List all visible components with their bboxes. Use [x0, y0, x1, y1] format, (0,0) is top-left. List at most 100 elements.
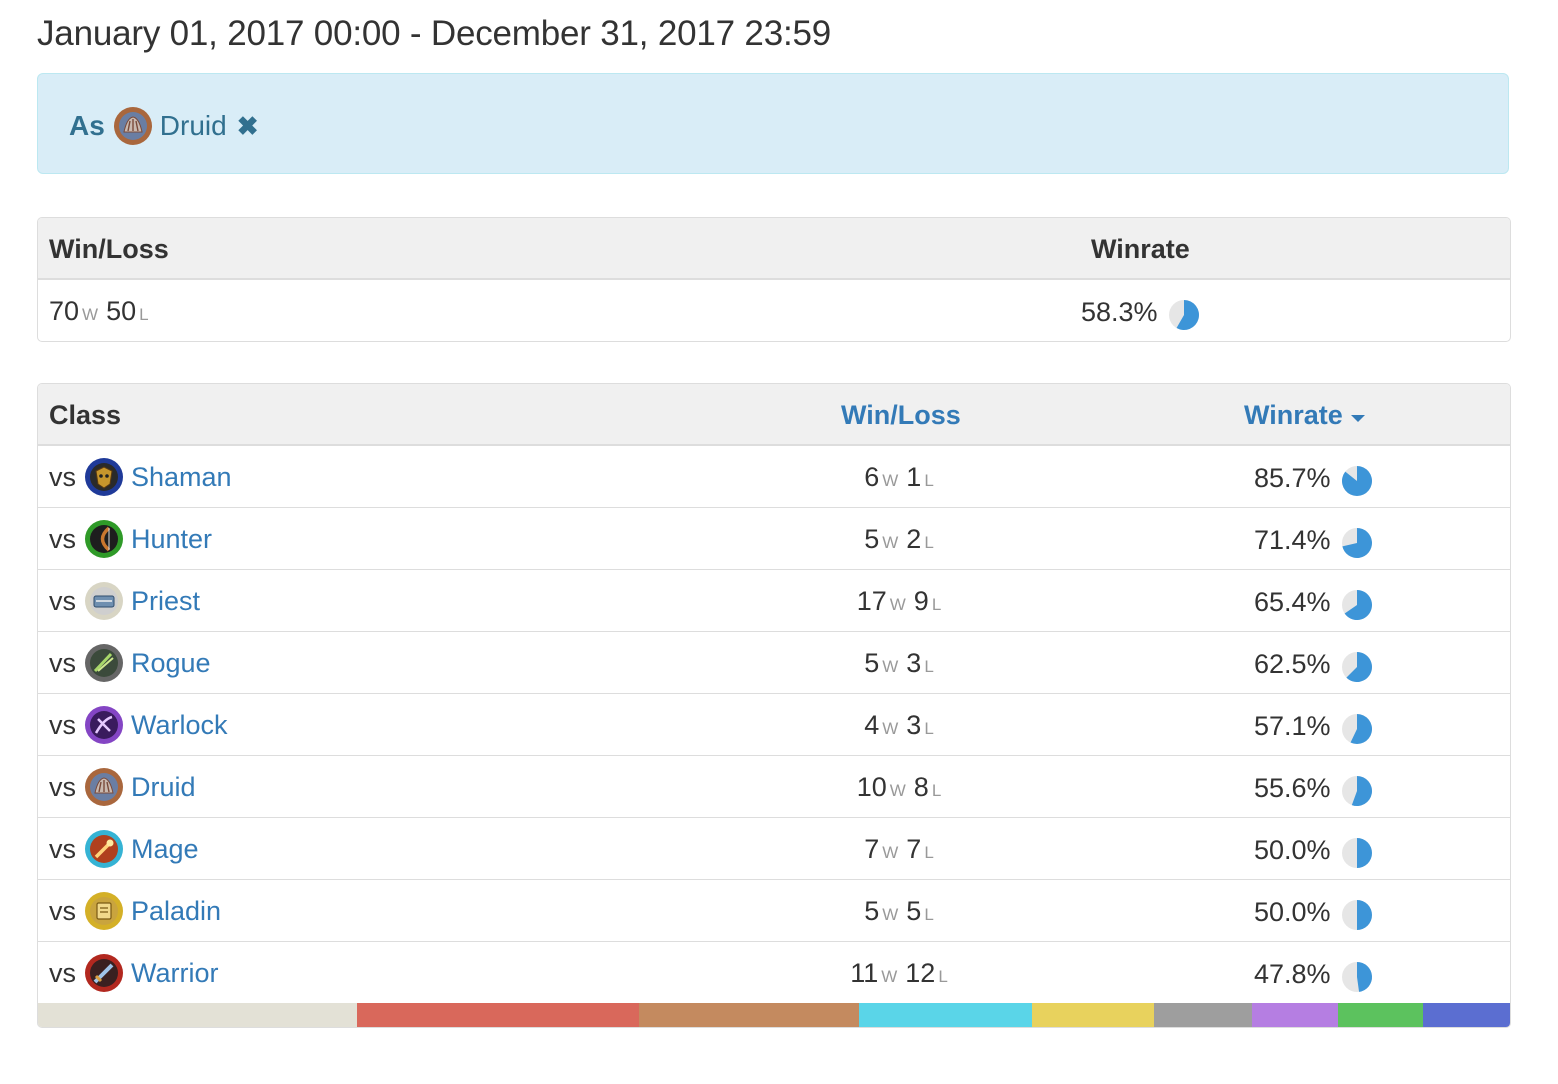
active-filter: As Druid ✖ — [69, 106, 259, 146]
matchup-row: vs Mage 7W7L 50.0% — [38, 818, 1510, 880]
matchup-row: vs Rogue 5W3L 62.5% — [38, 632, 1510, 694]
losses-value: 5 — [906, 896, 922, 926]
winrate-value: 55.6% — [1254, 772, 1331, 803]
summary-row: 70 W 50 L 58.3% — [38, 280, 1510, 341]
winrate-value: 71.4% — [1254, 524, 1331, 555]
losses-suffix: L — [924, 470, 934, 490]
date-range-title: January 01, 2017 00:00 - December 31, 20… — [37, 14, 832, 53]
winrate-pie-icon — [1341, 900, 1372, 930]
filter-class-name[interactable]: Druid — [160, 110, 227, 142]
wins-value: 11 — [850, 958, 879, 988]
matchup-row: vs Warlock 4W3L 57.1% — [38, 694, 1510, 756]
winrate-value: 65.4% — [1254, 586, 1331, 617]
distribution-segment — [859, 1003, 1032, 1027]
sort-winrate-label: Winrate — [1244, 400, 1343, 430]
winrate-pie-icon — [1168, 300, 1199, 330]
filter-alert: As Druid ✖ — [37, 73, 1509, 174]
wins-value: 6 — [864, 462, 880, 492]
winrate-pie-icon — [1341, 590, 1372, 620]
winrate-pie-icon — [1341, 652, 1372, 682]
wins-value: 5 — [864, 896, 880, 926]
wins-value: 4 — [864, 710, 880, 740]
winrate-pie-icon — [1341, 528, 1372, 558]
wins-value: 17 — [856, 586, 887, 616]
winrate-value: 50.0% — [1254, 896, 1331, 927]
matchup-rows: vs Shaman 6W1L 85.7% vs Hunter 5W2L 71.4… — [38, 446, 1510, 1004]
wins-suffix: W — [889, 594, 906, 614]
wins-suffix: W — [882, 718, 899, 738]
wins-suffix: W — [882, 470, 899, 490]
sort-winloss-link[interactable]: Win/Loss — [841, 400, 961, 431]
winrate-cell: 57.1% — [1254, 710, 1373, 744]
losses-value: 8 — [913, 772, 929, 802]
summary-winrate-value: 58.3% — [1081, 296, 1158, 327]
losses-value: 12 — [905, 958, 936, 988]
losses-value: 3 — [906, 648, 922, 678]
wins-suffix: W — [889, 780, 906, 800]
distribution-segment — [638, 1003, 860, 1027]
matchup-row: vs Paladin 5W5L 50.0% — [38, 880, 1510, 942]
losses-suffix: L — [924, 904, 934, 924]
summary-winloss: 70 W 50 L — [49, 296, 157, 327]
matchup-header: Class Win/Loss Winrate — [38, 384, 1510, 446]
winrate-value: 47.8% — [1254, 958, 1331, 989]
distribution-segment — [1252, 1003, 1338, 1027]
matchup-row: vs Priest 17 W 9 L 65.4% — [38, 570, 1510, 632]
matchup-row: vs Hunter 5W2L 71.4% — [38, 508, 1510, 570]
losses-suffix: L — [938, 966, 948, 986]
winrate-value: 62.5% — [1254, 648, 1331, 679]
remove-filter-icon[interactable]: ✖ — [237, 111, 259, 142]
sort-winrate-link[interactable]: Winrate — [1244, 400, 1365, 431]
summary-col-winloss: Win/Loss — [49, 234, 169, 264]
matchup-row: vs Warrior 11 W 12 L 47.8% — [38, 942, 1510, 1004]
losses-value: 7 — [906, 834, 922, 864]
distribution-segment — [1423, 1003, 1510, 1027]
wins-suffix: W — [882, 904, 899, 924]
summary-table: Win/Loss Winrate 70 W 50 L 58.3% — [37, 217, 1511, 342]
wins-value: 10 — [856, 772, 887, 802]
winrate-cell: 47.8% — [1254, 958, 1373, 992]
wins-value: 5 — [864, 524, 880, 554]
winrate-cell: 62.5% — [1254, 648, 1373, 682]
sort-desc-icon — [1350, 415, 1365, 422]
summary-col-winrate: Winrate — [1091, 234, 1190, 264]
losses-suffix: L — [931, 594, 942, 614]
distribution-segment — [357, 1003, 639, 1027]
winrate-cell: 55.6% — [1254, 772, 1373, 806]
winrate-pie-icon — [1341, 838, 1372, 868]
summary-header: Win/Loss Winrate — [38, 218, 1510, 280]
winrate-cell: 71.4% — [1254, 524, 1373, 558]
class-distribution-bar — [38, 1003, 1510, 1027]
losses-suffix: L — [139, 304, 149, 324]
summary-wins: 70 — [49, 296, 80, 326]
col-class: Class — [49, 400, 122, 430]
distribution-segment — [1153, 1003, 1253, 1027]
losses-suffix: L — [931, 780, 942, 800]
wins-suffix: W — [882, 842, 899, 862]
winrate-value: 50.0% — [1254, 834, 1331, 865]
distribution-segment — [38, 1003, 358, 1027]
losses-value: 3 — [906, 710, 922, 740]
winrate-value: 85.7% — [1254, 462, 1331, 493]
losses-suffix: L — [924, 532, 934, 552]
summary-winrate: 58.3% — [1081, 296, 1200, 330]
wins-suffix: W — [882, 532, 899, 552]
winrate-pie-icon — [1341, 962, 1372, 992]
winrate-cell: 85.7% — [1254, 462, 1373, 496]
matchup-row: vs Druid 10 W 8 L 55.6% — [38, 756, 1510, 818]
summary-losses: 50 — [106, 296, 137, 326]
winrate-pie-icon — [1341, 466, 1372, 496]
wins-suffix: W — [881, 966, 898, 986]
wins-value: 5 — [864, 648, 880, 678]
filter-prefix: As — [69, 110, 105, 141]
winrate-cell: 50.0% — [1254, 834, 1373, 868]
losses-suffix: L — [924, 842, 934, 862]
matchup-row: vs Shaman 6W1L 85.7% — [38, 446, 1510, 508]
druid-icon — [113, 107, 152, 145]
winrate-cell: 65.4% — [1254, 586, 1373, 620]
distribution-segment — [1337, 1003, 1424, 1027]
losses-value: 2 — [906, 524, 922, 554]
distribution-segment — [1031, 1003, 1154, 1027]
wins-value: 7 — [864, 834, 880, 864]
winrate-value: 57.1% — [1254, 710, 1331, 741]
